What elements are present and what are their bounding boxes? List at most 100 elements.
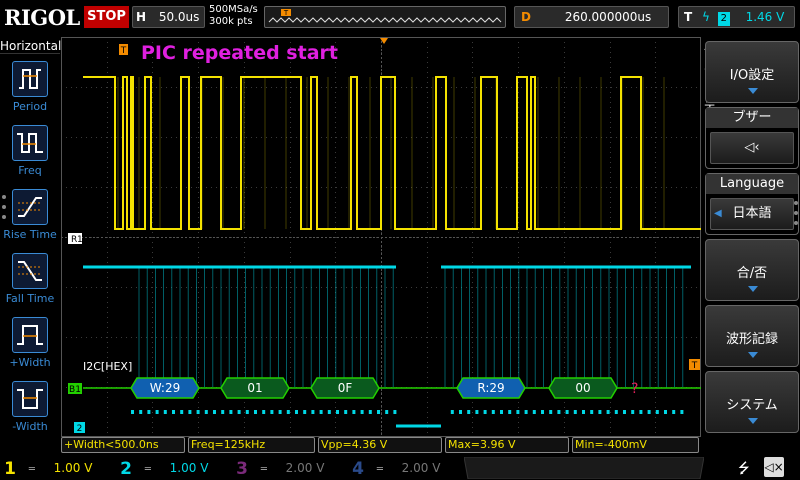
decode-unknown: ?	[631, 381, 638, 397]
ch1-status[interactable]: 1 ═ 1.00 V	[2, 457, 114, 479]
edge-tick	[573, 410, 577, 414]
measurement-max[interactable]: Max=3.96 V	[445, 437, 569, 453]
delay-value: 260.000000us	[564, 10, 652, 24]
trigger-edge-icon: ϟ	[702, 10, 710, 24]
edge-tick	[204, 410, 208, 414]
fall-time-icon	[12, 253, 48, 289]
svg-text:1: 1	[77, 235, 83, 245]
edge-tick	[213, 410, 216, 414]
coupling-icon: ═	[376, 464, 383, 475]
ch3-status[interactable]: 3 ═ 2.00 V	[234, 457, 346, 479]
measurement-min[interactable]: Min=-400mV	[572, 437, 699, 453]
delay-box[interactable]: D 260.000000us	[514, 6, 669, 28]
trigger-marker-icon: T	[119, 44, 128, 56]
neg-width-icon	[12, 381, 48, 417]
edge-tick	[623, 410, 626, 414]
measurement-freq[interactable]: Freq=125kHz	[188, 437, 315, 453]
acquisition-info: 500MSa/s 300k pts	[209, 4, 258, 28]
period-icon	[12, 61, 48, 97]
edge-tick	[262, 410, 266, 414]
edge-tick	[606, 410, 610, 414]
measurement-pos-width[interactable]: +Width<500.0ns	[61, 437, 185, 453]
freq-button[interactable]: Freq	[0, 123, 60, 187]
waveform-record-button[interactable]: 波形記録	[705, 305, 799, 367]
submenu-arrow-icon	[748, 352, 758, 358]
utility-menu: ユーティリティ I/O設定 ブザー ◁‹ Language ◀ 日本語 合/否 …	[701, 37, 800, 437]
ch1-marker: R 1	[68, 233, 83, 245]
edge-tick	[541, 410, 544, 414]
pass-fail-button[interactable]: 合/否	[705, 239, 799, 301]
measurement-bar: +Width<500.0ns Freq=125kHz Vpp=4.36 V Ma…	[61, 437, 701, 453]
ch2-scale: 1.00 V	[169, 461, 209, 475]
edge-tick	[286, 410, 290, 414]
edge-tick	[450, 410, 454, 414]
left-arrow-icon: ◀	[714, 208, 722, 219]
edge-tick	[188, 410, 192, 414]
sample-rate: 500MSa/s	[209, 4, 258, 15]
edge-tick	[245, 410, 249, 414]
edge-tick	[344, 410, 348, 414]
edge-tick	[655, 410, 659, 414]
run-stop-status[interactable]: STOP	[84, 6, 129, 28]
fall-time-button[interactable]: Fall Time	[0, 251, 60, 315]
edge-tick	[303, 410, 307, 414]
system-button[interactable]: システム	[705, 371, 799, 433]
decode-value: 01	[247, 381, 262, 395]
edge-tick	[664, 410, 667, 414]
beeper-toggle[interactable]: ◁‹	[710, 132, 794, 164]
freq-icon	[12, 125, 48, 161]
edge-tick	[180, 410, 184, 414]
edge-tick	[139, 410, 143, 414]
edge-tick	[155, 410, 159, 414]
edge-tick	[532, 410, 536, 414]
ch2-status[interactable]: 2 ═ 1.00 V	[118, 457, 230, 479]
measurement-vpp[interactable]: Vpp=4.36 V	[318, 437, 442, 453]
top-status-bar: RIGOL STOP H 50.0us 500MSa/s 300k pts T …	[0, 0, 800, 37]
edge-tick	[467, 410, 471, 414]
pos-width-button[interactable]: +Width	[0, 315, 60, 379]
bottom-divider	[464, 457, 704, 479]
ch4-status[interactable]: 4 ═ 2.00 V	[350, 457, 462, 479]
language-select[interactable]: ◀ 日本語	[710, 198, 794, 230]
pos-width-label: +Width	[9, 356, 51, 369]
edge-tick	[221, 410, 225, 414]
waveform-display[interactable]: W:29 01 0F R:29 00? T T R 1 B1 2 PIC rep…	[61, 37, 701, 437]
edge-tick	[327, 410, 331, 414]
edge-tick	[557, 410, 561, 414]
period-button[interactable]: Period	[0, 59, 60, 123]
i2c-decode-bus: W:29 01 0F R:29 00?	[83, 377, 701, 399]
edge-tick	[196, 410, 200, 414]
trigger-box[interactable]: T ϟ 2 1.46 V	[678, 6, 795, 28]
edge-tick	[647, 410, 651, 414]
decode-value: 00	[575, 381, 590, 395]
edge-tick	[459, 410, 462, 414]
bus-label: I2C[HEX]	[83, 360, 132, 373]
timebase-box[interactable]: H 50.0us	[132, 6, 205, 28]
edge-tick	[229, 410, 233, 414]
trigger-level-marker: T	[689, 359, 700, 371]
rise-time-button[interactable]: Rise Time	[0, 187, 60, 251]
neg-width-label: -Width	[12, 420, 48, 433]
left-menu-title: Horizontal	[0, 39, 62, 54]
speaker-icon: ◁‹	[744, 140, 760, 155]
memory-position-bar[interactable]: T	[264, 6, 506, 28]
edge-tick	[254, 410, 257, 414]
trigger-level: 1.46 V	[745, 10, 785, 24]
edge-tick	[352, 410, 356, 414]
edge-tick	[377, 410, 380, 414]
timebase-label: H	[135, 10, 147, 24]
waveform-record-label: 波形記録	[725, 332, 778, 347]
edge-tick	[631, 410, 635, 414]
edge-tick	[680, 410, 684, 414]
io-settings-label: I/O設定	[729, 68, 775, 83]
ch1-waveform	[83, 76, 701, 230]
io-settings-button[interactable]: I/O設定	[705, 41, 799, 103]
ch1-scale: 1.00 V	[53, 461, 93, 475]
freq-label: Freq	[18, 164, 42, 177]
neg-width-button[interactable]: -Width	[0, 379, 60, 443]
waveform-canvas[interactable]: W:29 01 0F R:29 00? T T R 1 B1 2 PIC rep…	[61, 37, 701, 437]
edge-tick	[147, 410, 151, 414]
edge-tick	[582, 410, 585, 414]
sound-muted-icon[interactable]: ◁×	[764, 457, 784, 477]
annotation-label: PIC repeated start	[141, 42, 338, 64]
